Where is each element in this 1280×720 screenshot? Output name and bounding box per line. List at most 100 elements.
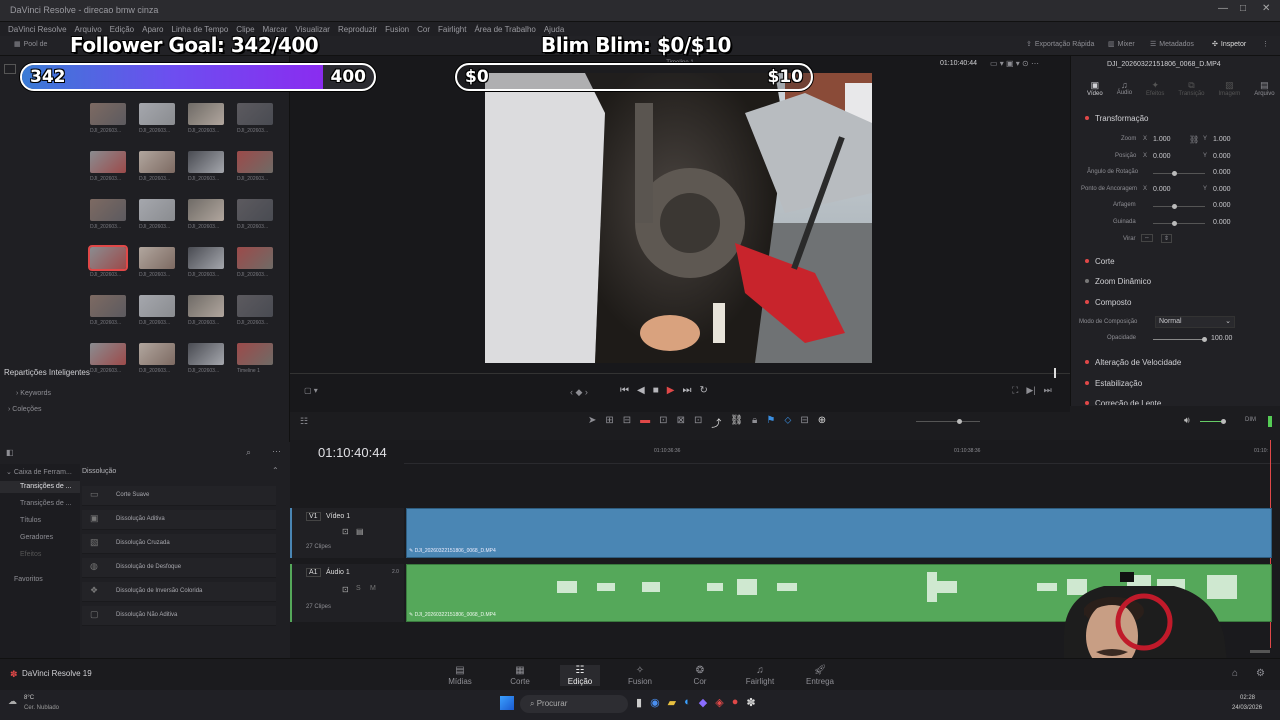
yaw-slider[interactable]	[1153, 223, 1205, 224]
clip-thumbnail[interactable]	[88, 245, 128, 271]
more-options-icon[interactable]: ⋮	[1262, 40, 1269, 48]
favorites-header[interactable]: Favoritos	[14, 576, 43, 583]
anchor-y-value[interactable]: 0.000	[1213, 186, 1231, 193]
video-clip[interactable]: ✎ DJI_20260322151806_0068_D.MP4	[406, 508, 1272, 558]
sidebar-toggle-icon[interactable]	[4, 64, 16, 74]
clip-thumbnail[interactable]	[139, 151, 175, 173]
menu-item[interactable]: Fusion	[385, 25, 409, 34]
page-cut[interactable]: ▦ Corte	[500, 665, 540, 686]
timeline-view-icon[interactable]: ☷	[300, 416, 308, 427]
clip-thumbnail[interactable]	[188, 343, 224, 365]
tab-image[interactable]: ▨ Imagem	[1219, 80, 1241, 97]
section-active-dot[interactable]	[1085, 300, 1089, 304]
clip-thumbnail[interactable]	[139, 343, 175, 365]
timeline-ruler[interactable]: 01:10:36:36 01:10:38:36 01:10:	[404, 440, 1280, 464]
metadata-button[interactable]: ☰ Metadados	[1150, 40, 1194, 49]
rotation-value[interactable]: 0.000	[1213, 169, 1231, 176]
page-media[interactable]: ▤ Mídias	[440, 665, 480, 686]
section-active-dot[interactable]	[1085, 116, 1089, 120]
menu-item[interactable]: Cor	[417, 25, 430, 34]
zoom-fit-icon[interactable]: ⊟	[800, 415, 808, 430]
app-icon[interactable]: ◆	[699, 696, 707, 709]
zoom-in-icon[interactable]: ⊕	[818, 415, 826, 430]
skip-end-icon[interactable]: ⏭	[682, 385, 691, 396]
viewer-tool-icon[interactable]: ▢ ▾	[304, 386, 318, 395]
home-icon[interactable]: ⌂	[1232, 668, 1238, 679]
clip-thumbnail[interactable]	[237, 151, 273, 173]
page-edit[interactable]: ☷ Edição	[560, 665, 600, 686]
step-back-icon[interactable]: ◀	[637, 385, 645, 396]
anchor-x-value[interactable]: 0.000	[1153, 186, 1171, 193]
weather-icon[interactable]: ☁	[8, 696, 17, 707]
snapping-icon[interactable]: ⤴	[711, 415, 721, 430]
crop-header[interactable]: Corte	[1095, 257, 1115, 266]
clip-thumbnail[interactable]	[237, 247, 273, 269]
dynamic-zoom-header[interactable]: Zoom Dinâmico	[1095, 277, 1151, 286]
app-icon[interactable]: ●	[732, 696, 739, 709]
nav-effects[interactable]: Efeitos	[20, 551, 41, 558]
menu-item[interactable]: Fairlight	[438, 25, 466, 34]
effect-item[interactable]: ▭ Corte Suave	[82, 486, 276, 506]
dynamic-trim-icon[interactable]: ⊟	[623, 415, 631, 430]
start-button[interactable]	[500, 696, 514, 710]
more-options-icon[interactable]: ⋯	[272, 446, 281, 457]
opacity-slider-knob[interactable]	[1202, 337, 1207, 342]
blade-tool-icon[interactable]: ▬	[640, 415, 650, 430]
page-color[interactable]: ❂ Cor	[680, 665, 720, 686]
tab-transition[interactable]: ⧉ Transição	[1178, 80, 1204, 97]
nav-audio-transitions[interactable]: Transições de ...	[20, 500, 72, 507]
search-box[interactable]: ⌕ Procurar	[520, 695, 628, 713]
loop-icon[interactable]: ↻	[699, 385, 707, 396]
lock-track-icon[interactable]: ⊡	[342, 585, 349, 594]
replace-clip-icon[interactable]: ⊡	[694, 415, 702, 430]
clip-thumbnail[interactable]	[237, 199, 273, 221]
mute-button[interactable]: M	[370, 585, 376, 592]
overwrite-clip-icon[interactable]: ⊠	[677, 415, 685, 430]
solo-button[interactable]: S	[356, 585, 361, 592]
pitch-value[interactable]: 0.000	[1213, 202, 1231, 209]
toolbox-item[interactable]: ⌄ Caixa de Ferram...	[6, 468, 72, 476]
monitor-track-icon[interactable]: ▤	[356, 527, 364, 536]
menu-item[interactable]: Área de Trabalho	[474, 25, 535, 34]
task-view-icon[interactable]: ▮	[636, 696, 642, 709]
brave-icon[interactable]: ◈	[715, 696, 723, 709]
file-explorer-icon[interactable]: ▰	[668, 696, 676, 709]
clip-thumbnail[interactable]	[188, 103, 224, 125]
smart-bins-header[interactable]: Repartições Inteligentes	[4, 368, 90, 377]
position-y-value[interactable]: 0.000	[1213, 153, 1231, 160]
rotation-slider[interactable]	[1153, 173, 1205, 174]
nav-video-transitions[interactable]: Transições de ...	[20, 483, 72, 490]
effect-item[interactable]: ▧ Dissolução Cruzada	[82, 534, 276, 554]
stop-icon[interactable]: ■	[653, 385, 659, 396]
search-icon[interactable]: ⌕	[246, 447, 251, 458]
clip-thumbnail[interactable]	[90, 343, 126, 365]
timeline-zoom-knob[interactable]	[957, 419, 962, 424]
keywords-item[interactable]: › Keywords	[16, 390, 51, 397]
opacity-slider[interactable]	[1153, 339, 1205, 340]
app-icon[interactable]: ◐	[684, 696, 691, 709]
chevron-up-icon[interactable]: ⌃	[272, 466, 279, 475]
clip-thumbnail[interactable]	[237, 103, 273, 125]
tab-video[interactable]: ▣ Vídeo	[1087, 80, 1103, 97]
viewer-options-icons[interactable]: ▭ ▾ ▣ ▾ ⊙ ⋯	[990, 59, 1039, 68]
clip-thumbnail[interactable]	[237, 343, 273, 365]
clip-thumbnail[interactable]	[139, 103, 175, 125]
page-deliver[interactable]: 🚀︎ Entrega	[800, 665, 840, 686]
scrub-bar[interactable]	[290, 373, 1070, 374]
quick-export-button[interactable]: ⇪ Exportação Rápida	[1026, 40, 1094, 49]
flip-vertical-icon[interactable]: ⇕	[1161, 234, 1173, 243]
effect-item[interactable]: ◍ Dissolução de Desfoque	[82, 558, 276, 578]
position-lock-icon[interactable]: 🔒︎	[752, 415, 757, 430]
panel-toggle-icon[interactable]: ◧	[6, 448, 14, 457]
clip-thumbnail[interactable]	[90, 151, 126, 173]
stabilization-header[interactable]: Estabilização	[1095, 379, 1142, 388]
jog-control-icon[interactable]: ‹ ◆ ›	[570, 387, 588, 398]
speaker-icon[interactable]: 🔊︎	[1184, 415, 1190, 426]
collections-item[interactable]: › Coleções	[8, 406, 41, 413]
tab-file[interactable]: ▤ Arquivo	[1254, 80, 1274, 97]
section-active-dot[interactable]	[1085, 381, 1089, 385]
opacity-value[interactable]: 100.00	[1211, 335, 1232, 342]
clip-thumbnail[interactable]	[90, 103, 126, 125]
dim-button[interactable]: DIM	[1245, 417, 1256, 423]
section-inactive-dot[interactable]	[1085, 279, 1089, 283]
